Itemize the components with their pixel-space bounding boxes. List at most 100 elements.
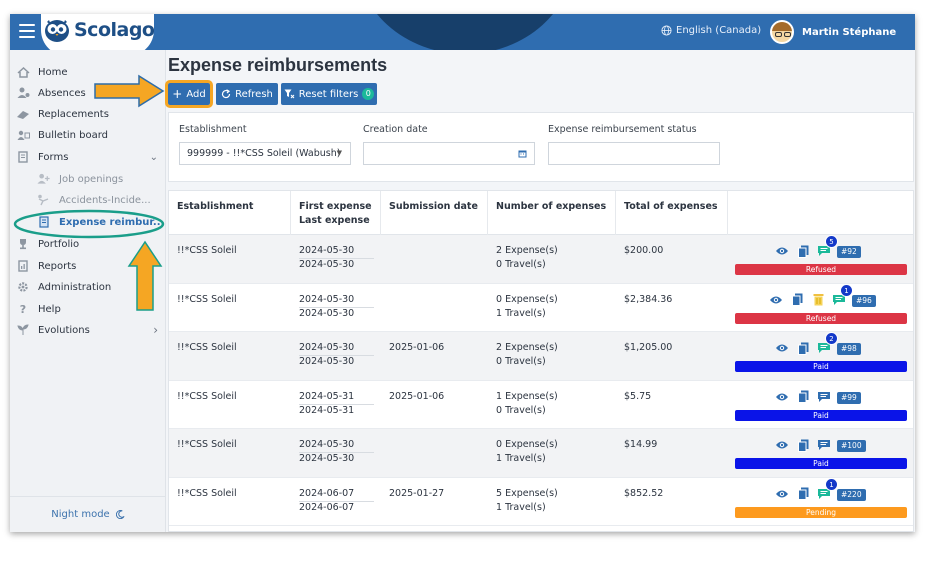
ticket-badge[interactable]: #99: [837, 391, 861, 404]
sidebar-item-bulletin-board[interactable]: Bulletin board: [10, 125, 166, 145]
establishment-select[interactable]: 999999 - !!*CSS Soleil (Wabush) ▼: [179, 142, 351, 165]
sidebar-item-portfolio[interactable]: Portfolio: [10, 234, 166, 254]
column-header-first-expense[interactable]: First expense Last expense: [299, 200, 372, 228]
copy-icon[interactable]: [796, 341, 810, 355]
sidebar-item-label: Help: [38, 303, 61, 315]
sidebar-item-replacements[interactable]: Replacements: [10, 104, 166, 124]
comment-icon[interactable]: [817, 390, 831, 404]
cell-first-expense: 2024-05-30: [299, 342, 355, 353]
user-menu[interactable]: Martin Stéphane: [770, 20, 896, 44]
status-badge: Paid: [735, 458, 907, 469]
sidebar-item-help[interactable]: ? Help: [10, 299, 166, 319]
cell-first-expense: 2024-05-30: [299, 439, 355, 450]
sidebar-item-job-openings[interactable]: Job openings: [10, 169, 166, 189]
app-window: Scolago English (Canada) Martin Stéphane…: [10, 14, 915, 532]
ticket-badge[interactable]: #98: [837, 343, 861, 355]
cell-total: $200.00: [624, 245, 664, 256]
cell-establishment: !!*CSS Soleil: [177, 245, 237, 256]
column-header-number-of-expenses[interactable]: Number of expenses: [496, 200, 606, 214]
hamburger-menu-icon[interactable]: [19, 24, 35, 38]
view-icon[interactable]: [775, 438, 789, 452]
table-row[interactable]: !!*CSS Soleil 2024-05-30 2024-05-30 0 Expen…: [169, 283, 913, 332]
row-actions: #100 Paid: [735, 435, 907, 475]
refresh-button[interactable]: Refresh: [216, 83, 278, 105]
cell-travels-count: 1 Travel(s): [496, 307, 546, 319]
night-mode-toggle[interactable]: Night mode: [10, 496, 166, 532]
cell-submission-date: 2025-01-06: [389, 390, 445, 402]
sidebar-item-label: Evolutions: [38, 324, 90, 336]
sidebar-item-label: Expense reimbur...: [59, 216, 165, 228]
sidebar-item-label: Absences: [38, 87, 86, 99]
filter-count-badge: 0: [362, 88, 375, 100]
table-row[interactable]: !!*CSS Soleil 2024-06-07 2024-06-07 2025-01…: [169, 477, 913, 526]
brand-name: Scolago: [74, 19, 155, 41]
copy-icon[interactable]: [790, 293, 804, 307]
cell-total: $5.75: [624, 390, 652, 402]
document-icon: [16, 151, 30, 163]
sidebar-item-absences[interactable]: Absences: [10, 83, 166, 103]
view-icon[interactable]: [775, 487, 789, 501]
copy-icon[interactable]: [796, 390, 810, 404]
copy-icon[interactable]: [796, 487, 810, 501]
chevron-right-icon: ›: [153, 323, 158, 337]
view-icon[interactable]: [775, 341, 789, 355]
creation-date-input[interactable]: [363, 142, 535, 165]
cell-total: $2,384.36: [624, 293, 673, 305]
reset-filters-button[interactable]: Reset filters 0: [281, 83, 377, 105]
table-row[interactable]: !!*CSS Soleil 2024-05-30 2024-05-30 0 Expen…: [169, 429, 913, 478]
report-icon: [16, 260, 30, 272]
top-bar: Scolago English (Canada) Martin Stéphane: [10, 14, 915, 50]
refresh-icon: [222, 89, 231, 99]
cell-travels-count: 0 Travel(s): [496, 404, 546, 416]
cell-total: $1,205.00: [624, 342, 673, 353]
cell-last-expense: 2024-06-07: [299, 501, 355, 513]
ticket-badge[interactable]: #96: [852, 294, 876, 307]
cell-expenses-count: 0 Expense(s): [496, 439, 558, 450]
add-button[interactable]: + Add: [165, 80, 213, 108]
copy-icon[interactable]: [796, 244, 810, 258]
message-count-badge: 1: [825, 477, 838, 491]
establishment-filter-label: Establishment: [179, 124, 247, 135]
column-header-submission-date[interactable]: Submission date: [389, 200, 478, 214]
creation-date-filter-label: Creation date: [363, 124, 428, 135]
delete-icon[interactable]: [811, 293, 825, 307]
view-icon[interactable]: [775, 390, 789, 404]
message-count-badge: 5: [825, 235, 838, 248]
cell-travels-count: 1 Travel(s): [496, 453, 546, 464]
sidebar-item-home[interactable]: Home: [10, 62, 166, 82]
ticket-badge[interactable]: #100: [837, 440, 866, 452]
table-row[interactable]: !!*CSS Soleil 2024-05-30 2024-05-30 2025-01…: [169, 332, 913, 381]
table-row[interactable]: !!*CSS Soleil 2024-05-30 2024-05-30 2 Expen…: [169, 235, 913, 284]
plus-icon: +: [172, 87, 183, 101]
status-filter-input[interactable]: [548, 142, 720, 165]
cell-total: $852.52: [624, 487, 664, 499]
sidebar-item-reports[interactable]: Reports: [10, 256, 166, 276]
sidebar-item-expense-reimbursements[interactable]: Expense reimbur...: [10, 212, 166, 232]
table-row[interactable]: !!*CSS Soleil 2024-05-31 2024-05-31 2025-01…: [169, 381, 913, 429]
globe-icon: [661, 25, 672, 36]
column-header-establishment[interactable]: Establishment: [177, 200, 253, 214]
sidebar-item-forms[interactable]: Forms ⌄: [10, 147, 166, 167]
ticket-badge[interactable]: #220: [837, 488, 866, 501]
sidebar-item-accidents[interactable]: Accidents-Incide...: [10, 190, 166, 210]
cell-expenses-count: 2 Expense(s): [496, 342, 558, 353]
language-selector[interactable]: English (Canada): [661, 25, 761, 36]
copy-icon[interactable]: [796, 438, 810, 452]
sidebar-item-evolutions[interactable]: Evolutions ›: [10, 320, 166, 340]
last-expense-header-label: Last expense: [299, 215, 370, 226]
cell-expenses-count: 1 Expense(s): [496, 390, 558, 402]
sidebar-item-administration[interactable]: Administration: [10, 277, 166, 297]
cell-last-expense: 2024-05-30: [299, 307, 355, 319]
calendar-icon[interactable]: [518, 149, 527, 158]
message-count-badge: 1: [840, 283, 853, 297]
person-add-icon: [37, 173, 51, 185]
status-badge: Refused: [735, 312, 907, 324]
status-filter-label: Expense reimbursement status: [548, 124, 697, 135]
ticket-badge[interactable]: #92: [837, 246, 861, 258]
sprout-icon: [16, 324, 30, 336]
view-icon[interactable]: [775, 244, 789, 258]
column-header-total[interactable]: Total of expenses: [624, 200, 718, 214]
view-icon[interactable]: [769, 293, 783, 307]
comment-icon[interactable]: [817, 438, 831, 452]
cell-establishment: !!*CSS Soleil: [177, 293, 237, 305]
